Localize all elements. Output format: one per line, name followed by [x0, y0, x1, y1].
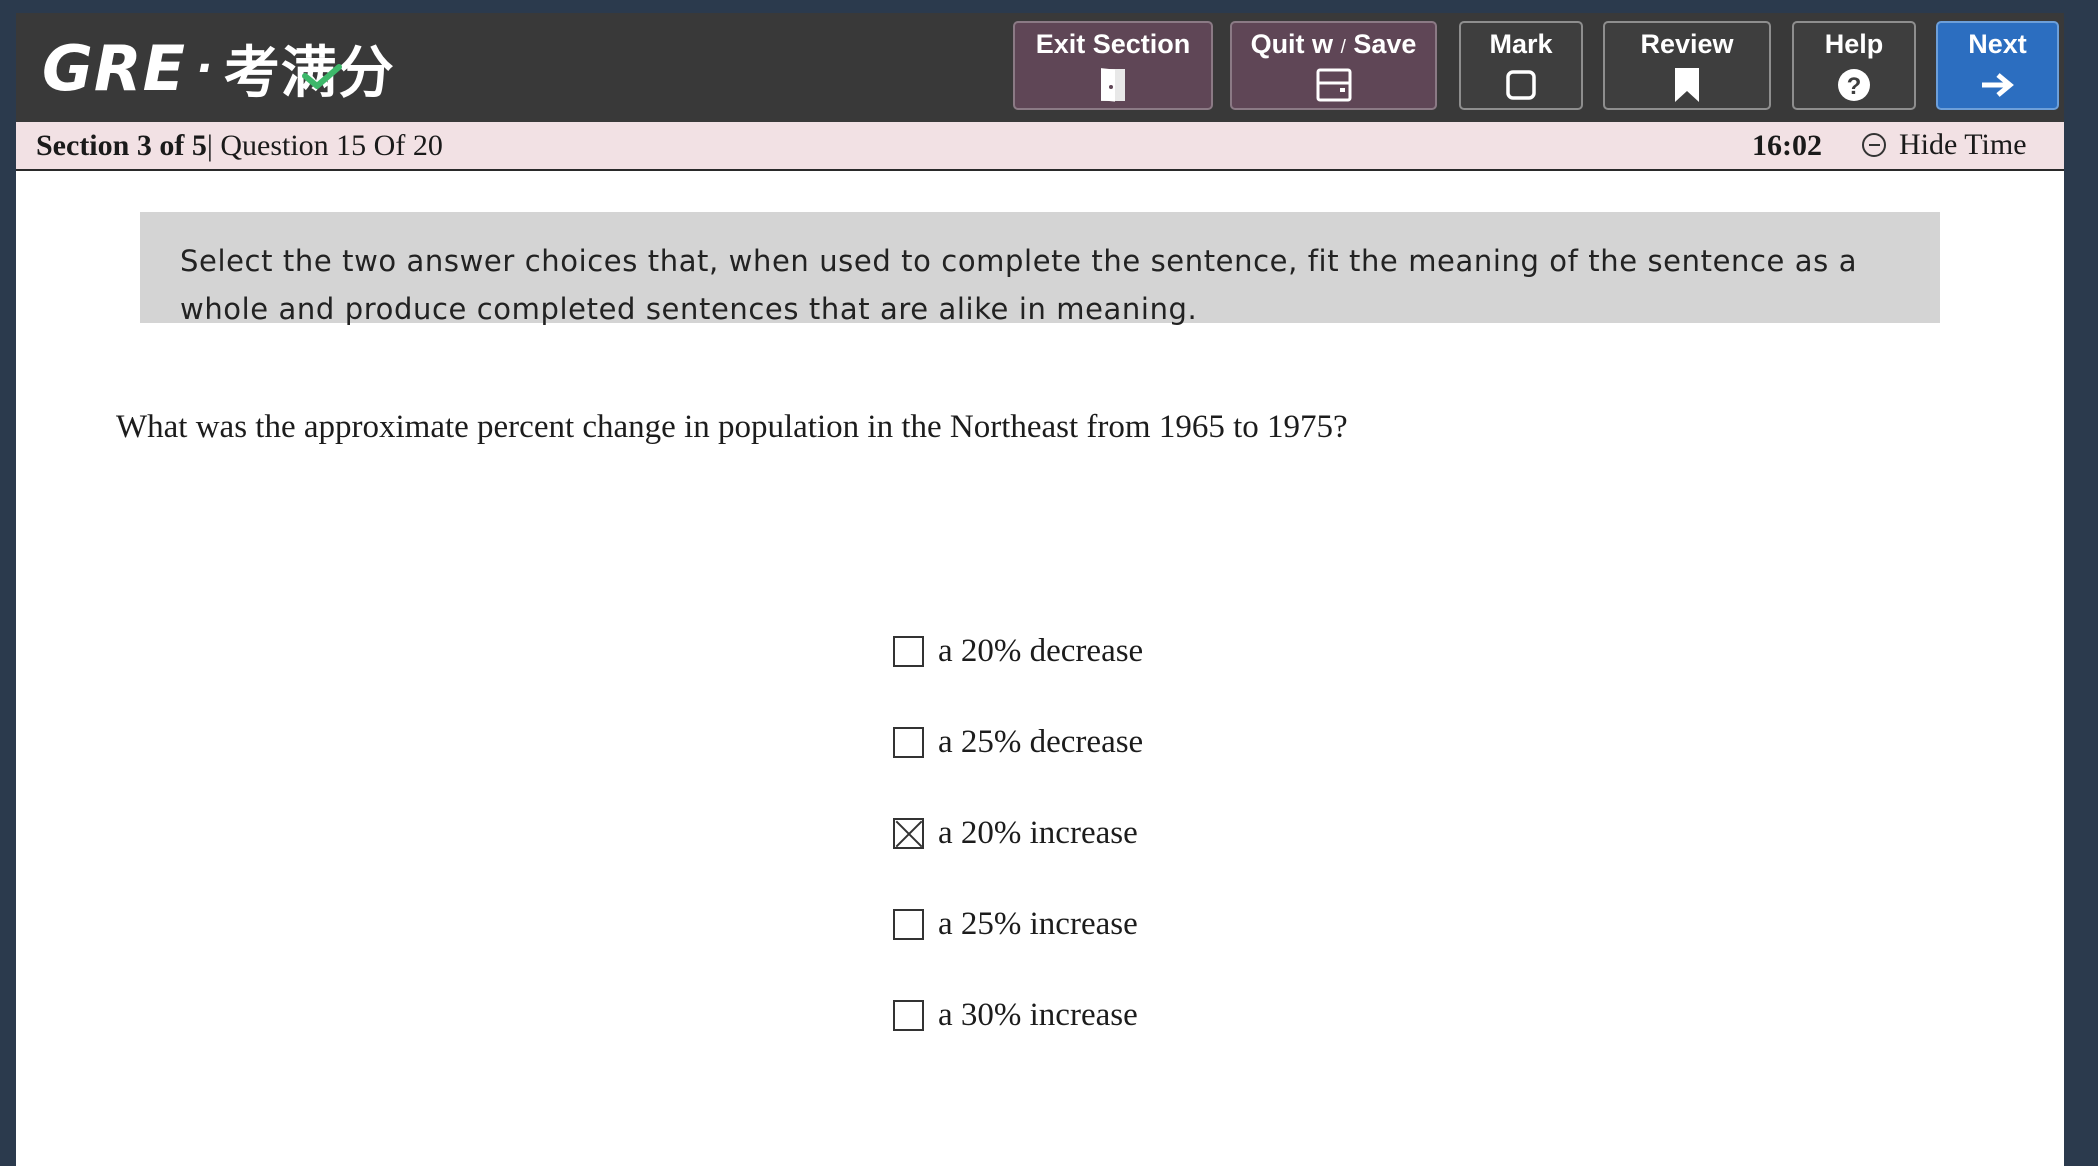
quit-save-label-tail: Save	[1353, 29, 1417, 59]
exit-section-button[interactable]: Exit Section	[1013, 21, 1213, 110]
question-indicator: Question 15 Of 20	[212, 129, 443, 162]
svg-text:?: ?	[1847, 73, 1862, 100]
section-indicator: Section 3 of 5	[36, 129, 207, 162]
review-label: Review	[1640, 29, 1734, 59]
logo-check-icon	[301, 63, 342, 89]
bookmark-icon	[1673, 66, 1701, 104]
arrow-right-icon	[1980, 66, 2016, 104]
choice-checkbox[interactable]	[893, 1000, 924, 1031]
instructions-box: Select the two answer choices that, when…	[140, 212, 1940, 326]
next-label: Next	[1968, 29, 2027, 59]
quit-save-label: Quit w	[1250, 29, 1334, 59]
answer-choice[interactable]: a 25% increase	[893, 906, 1138, 943]
choice-label: a 20% decrease	[938, 633, 1144, 669]
answer-choice[interactable]: a 20% decrease	[893, 633, 1143, 670]
door-icon	[1100, 66, 1126, 104]
logo-brand: 考满分	[224, 28, 395, 109]
hide-time-label: Hide Time	[1899, 128, 2027, 161]
timer: 16:02	[1752, 129, 1822, 162]
quit-save-button[interactable]: Quit w / Save	[1230, 21, 1437, 110]
choice-checkbox[interactable]	[893, 727, 924, 758]
choice-label: a 25% decrease	[938, 724, 1144, 760]
checkbox-icon	[1505, 66, 1537, 104]
question-text: What was the approximate percent change …	[116, 409, 1348, 445]
answer-choice[interactable]: a 30% increase	[893, 997, 1138, 1034]
choice-label: a 20% increase	[938, 815, 1138, 851]
help-button[interactable]: Help ?	[1792, 21, 1916, 110]
choice-label: a 25% increase	[938, 906, 1138, 942]
next-button[interactable]: Next	[1936, 21, 2059, 110]
test-window: GRE · 考满分 Exit Section Quit w / Save Mar…	[16, 13, 2064, 1166]
choice-checkbox[interactable]	[893, 818, 924, 849]
save-icon	[1316, 66, 1352, 104]
top-toolbar: GRE · 考满分 Exit Section Quit w / Save Mar…	[16, 13, 2064, 122]
mark-label: Mark	[1489, 29, 1553, 59]
mark-button[interactable]: Mark	[1459, 21, 1583, 110]
choice-label: a 30% increase	[938, 997, 1138, 1033]
review-button[interactable]: Review	[1603, 21, 1771, 110]
answer-choice[interactable]: a 25% decrease	[893, 724, 1143, 761]
logo-dot: ·	[195, 42, 214, 94]
help-icon: ?	[1837, 66, 1871, 104]
exit-section-label: Exit Section	[1035, 29, 1191, 59]
logo-text: GRE	[42, 31, 186, 105]
quit-save-separator: /	[1340, 37, 1346, 58]
hide-time-toggle[interactable]: Hide Time	[1862, 128, 2027, 162]
progress-indicator: Section 3 of 5| Question 15 Of 20	[36, 129, 443, 163]
help-label: Help	[1824, 29, 1884, 59]
choice-checkbox[interactable]	[893, 909, 924, 940]
minus-circle-icon	[1862, 133, 1886, 157]
gre-logo: GRE · 考满分	[42, 31, 395, 106]
answer-choice[interactable]: a 20% increase	[893, 815, 1138, 852]
status-bar: Section 3 of 5| Question 15 Of 20 16:02 …	[16, 122, 2064, 171]
choice-checkbox[interactable]	[893, 636, 924, 667]
